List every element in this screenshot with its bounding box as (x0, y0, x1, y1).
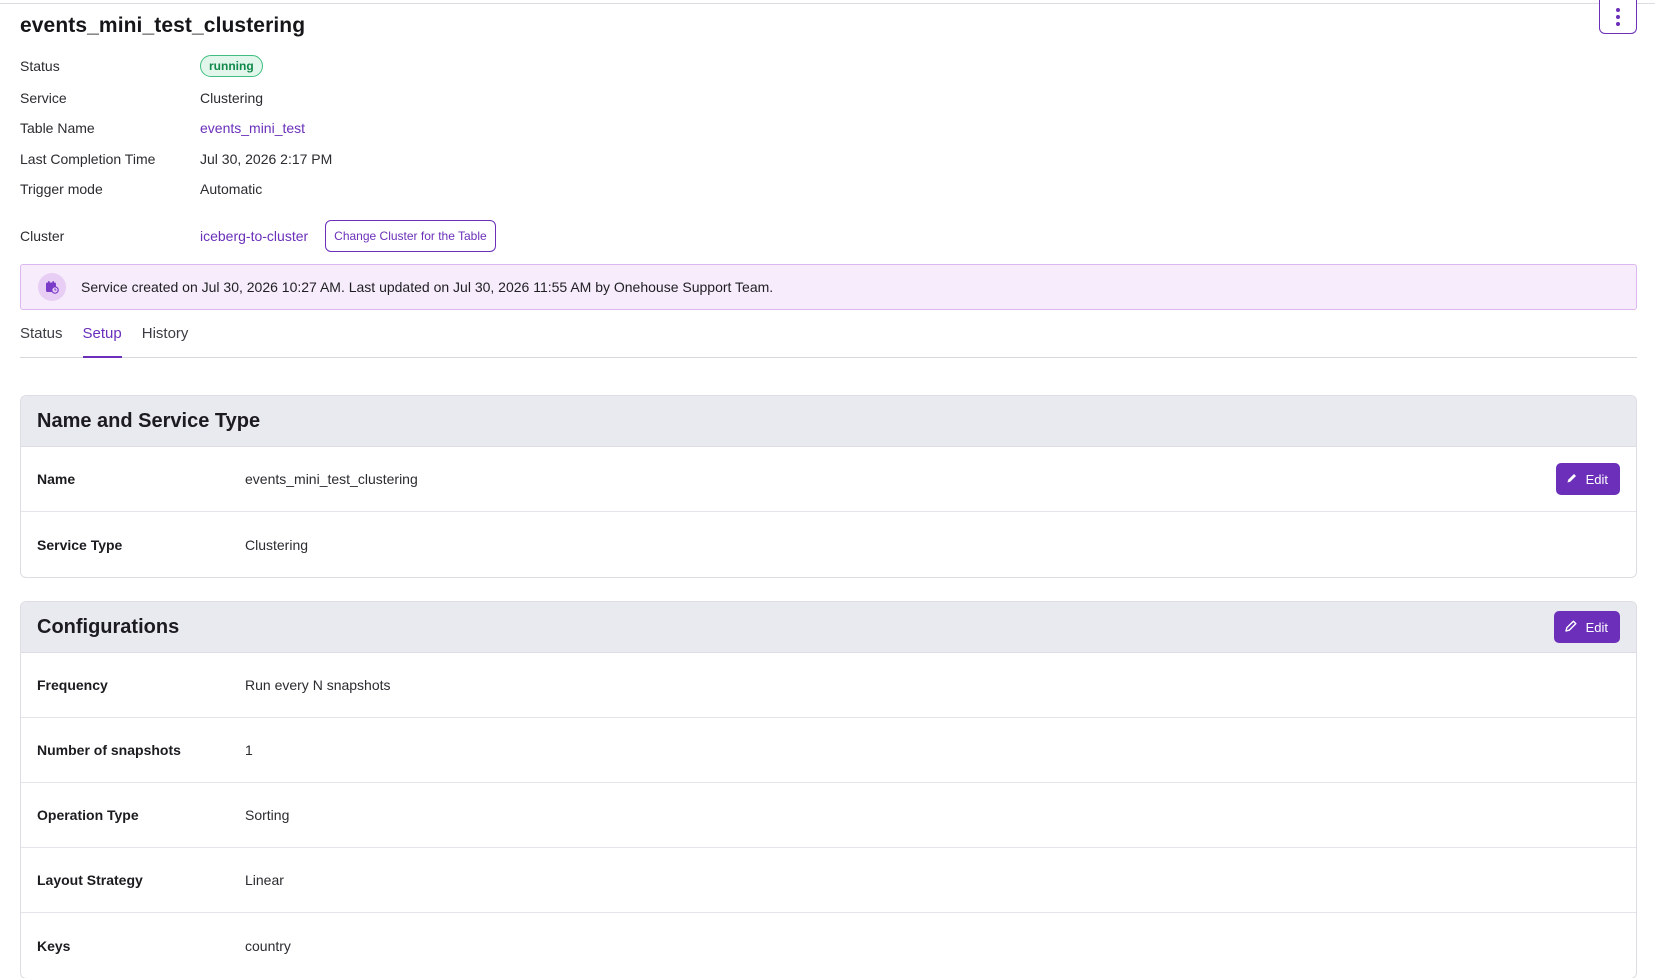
more-options-button[interactable] (1599, 0, 1637, 34)
keys-row: Keys country (21, 913, 1636, 978)
tab-setup[interactable]: Setup (82, 323, 122, 358)
status-badge: running (200, 55, 263, 77)
row-value: Linear (245, 872, 284, 888)
status-row: Status running (20, 54, 263, 78)
row-label: Frequency (37, 677, 108, 693)
table-name-link[interactable]: events_mini_test (200, 120, 305, 136)
name-service-type-card: Name and Service Type Name events_mini_t… (20, 395, 1637, 578)
row-value: events_mini_test_clustering (245, 471, 418, 487)
row-label: Keys (37, 937, 71, 954)
frequency-row: Frequency Run every N snapshots (21, 653, 1636, 718)
row-value: Sorting (245, 807, 290, 823)
table-name-label: Table Name (20, 120, 95, 136)
pencil-icon (1564, 619, 1578, 636)
last-completion-row: Last Completion Time Jul 30, 2026 2:17 P… (20, 149, 332, 169)
card-title: Name and Service Type (37, 409, 261, 432)
edit-label: Edit (1585, 471, 1608, 487)
edit-name-button[interactable]: Edit (1555, 463, 1620, 495)
row-value: Run every N snapshots (245, 677, 391, 693)
row-label: Operation Type (37, 807, 139, 823)
banner-text: Service created on Jul 30, 2026 10:27 AM… (81, 279, 774, 295)
row-label: Number of snapshots (37, 742, 181, 758)
trigger-mode-row: Trigger mode Automatic (20, 179, 262, 199)
operation-type-row: Operation Type Sorting (21, 783, 1636, 848)
kebab-icon (1616, 7, 1620, 26)
row-label: Layout Strategy (37, 872, 143, 888)
configurations-card: Configurations Edit Frequency Run every … (20, 601, 1637, 978)
row-value: 1 (245, 742, 253, 758)
card-header: Configurations Edit (21, 602, 1636, 653)
trigger-mode-value: Automatic (200, 181, 263, 197)
last-completion-value: Jul 30, 2026 2:17 PM (200, 151, 333, 167)
card-title: Configurations (37, 615, 180, 638)
info-banner: Service created on Jul 30, 2026 10:27 AM… (20, 264, 1637, 310)
calendar-clock-icon (38, 273, 66, 301)
service-row: Service Clustering (20, 88, 263, 108)
last-completion-label: Last Completion Time (20, 151, 156, 167)
cluster-link[interactable]: iceberg-to-cluster (200, 228, 308, 244)
table-name-row: Table Name events_mini_test (20, 118, 305, 138)
trigger-mode-label: Trigger mode (20, 181, 103, 197)
card-header: Name and Service Type (21, 396, 1636, 447)
service-label: Service (20, 90, 67, 106)
tab-status[interactable]: Status (20, 323, 63, 358)
number-of-snapshots-row: Number of snapshots 1 (21, 718, 1636, 783)
row-value: Clustering (245, 536, 309, 553)
tab-bar: Status Setup History (20, 323, 1637, 358)
row-value: country (245, 937, 291, 954)
cluster-row: Cluster iceberg-to-cluster Change Cluste… (20, 220, 496, 252)
service-value: Clustering (200, 90, 264, 106)
cluster-label: Cluster (20, 228, 65, 244)
edit-label: Edit (1585, 619, 1608, 635)
tab-history[interactable]: History (142, 323, 189, 358)
edit-configurations-button[interactable]: Edit (1553, 611, 1620, 643)
change-cluster-button[interactable]: Change Cluster for the Table (325, 220, 496, 252)
pencil-icon (1566, 472, 1578, 487)
name-row: Name events_mini_test_clustering Edit (21, 447, 1636, 512)
layout-strategy-row: Layout Strategy Linear (21, 848, 1636, 913)
row-label: Name (37, 471, 76, 487)
page-title: events_mini_test_clustering (20, 14, 306, 37)
top-divider (0, 3, 1655, 4)
service-type-row: Service Type Clustering (21, 512, 1636, 577)
status-label: Status (20, 58, 60, 74)
row-label: Service Type (37, 536, 123, 553)
